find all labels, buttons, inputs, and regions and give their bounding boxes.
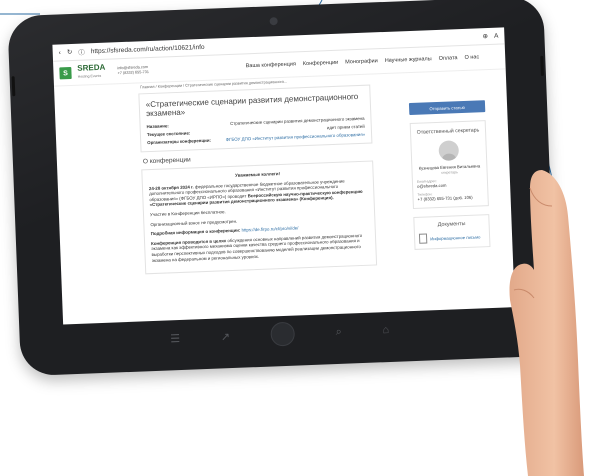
details-label: Подробная информация о конференции: xyxy=(150,227,241,237)
camera-icon xyxy=(269,17,278,26)
info-key: Название: xyxy=(146,123,169,130)
tablet-nav-bar: ☰ ↗ ⌕ ⌂ xyxy=(149,316,410,352)
documents-title: Документы xyxy=(437,220,466,229)
secretary-card: Ответственный секретарь Кузнецова Евгени… xyxy=(409,120,489,209)
hand-illustration xyxy=(509,170,584,476)
submit-article-label: Отправить статью xyxy=(429,104,465,111)
document-item[interactable]: Информационное письмо xyxy=(418,231,485,244)
info-table: Название: Стратегические сценарии развит… xyxy=(147,116,366,145)
title-card: «Стратегические сценарии развития демонс… xyxy=(138,84,373,153)
main-menu: Ваша конференция Конференции Монографии … xyxy=(246,54,480,69)
refresh-icon[interactable]: ↻ xyxy=(67,48,73,56)
submit-article-button[interactable]: Отправить статью xyxy=(408,100,486,116)
home-button[interactable] xyxy=(270,321,296,347)
menu-item-conferences[interactable]: Конференции xyxy=(303,60,339,67)
document-label: Информационное письмо xyxy=(430,233,481,241)
main-content: «Стратегические сценарии развития демонс… xyxy=(138,84,378,275)
document-icon xyxy=(418,233,428,244)
menu-item-journals[interactable]: Научные журналы xyxy=(385,56,432,64)
secretary-email[interactable]: o@sfsreda.com xyxy=(417,181,483,189)
page-title: «Стратегические сценарии развития демонс… xyxy=(145,92,359,119)
menu-item-payment[interactable]: Оплата xyxy=(439,55,458,62)
header-phone[interactable]: +7 (8332) 655-731 xyxy=(117,70,149,76)
paragraph: Конференция проводится в целях обсуждени… xyxy=(151,232,370,263)
tablet-device: ‹ ↻ ⓘ https://sfsreda.com/ru/action/1062… xyxy=(7,0,557,377)
documents-card: Документы Информационное письмо xyxy=(413,214,491,250)
menu-item-monographs[interactable]: Монографии xyxy=(345,58,378,65)
home-icon[interactable]: ⌂ xyxy=(382,324,389,336)
secretary-phone[interactable]: +7 (8332) 655-731 (доб. 106) xyxy=(418,194,484,202)
info-key: Организаторы конференции: xyxy=(147,137,212,146)
menu-item-about[interactable]: О нас xyxy=(464,54,479,61)
logo-icon: S xyxy=(59,67,72,80)
secretary-title: Ответственный секретарь xyxy=(416,127,480,136)
side-button xyxy=(11,76,16,97)
about-card: Уважаемые коллеги! 24-28 октября 2024 г.… xyxy=(141,160,378,275)
sidebar: Отправить статью Ответственный секретарь… xyxy=(408,100,491,250)
site-logo[interactable]: SREDA Hosting Events xyxy=(77,63,106,81)
share-icon[interactable]: ↗ xyxy=(221,330,231,343)
avatar xyxy=(438,140,460,161)
info-icon[interactable]: ⓘ xyxy=(78,46,85,56)
info-key: Текущее состояние: xyxy=(146,130,191,138)
details-link[interactable]: https://de.firpo.ru/ct/pro/vi/de/ xyxy=(242,226,299,233)
menu-item-your-conference[interactable]: Ваша конференция xyxy=(246,61,296,69)
paragraph: 24-28 октября 2024 г. федеральное госуда… xyxy=(149,177,368,208)
paragraph-text: обсуждения основных направлений развития… xyxy=(151,232,363,263)
logo-sub: Hosting Events xyxy=(77,73,102,79)
info-value: идет прием статей xyxy=(326,123,365,131)
side-button xyxy=(540,55,544,76)
menu-icon[interactable]: ☰ xyxy=(170,332,180,345)
zoom-icon[interactable]: ⊕ xyxy=(482,32,488,40)
search-icon[interactable]: ⌕ xyxy=(335,325,342,338)
back-arrow-icon[interactable]: ‹ xyxy=(59,49,61,56)
read-aloud-icon[interactable]: A xyxy=(494,32,499,39)
tablet-screen: ‹ ↻ ⓘ https://sfsreda.com/ru/action/1062… xyxy=(52,27,515,325)
header-contacts: info@sfsreda.com +7 (8332) 655-731 xyxy=(117,65,149,76)
